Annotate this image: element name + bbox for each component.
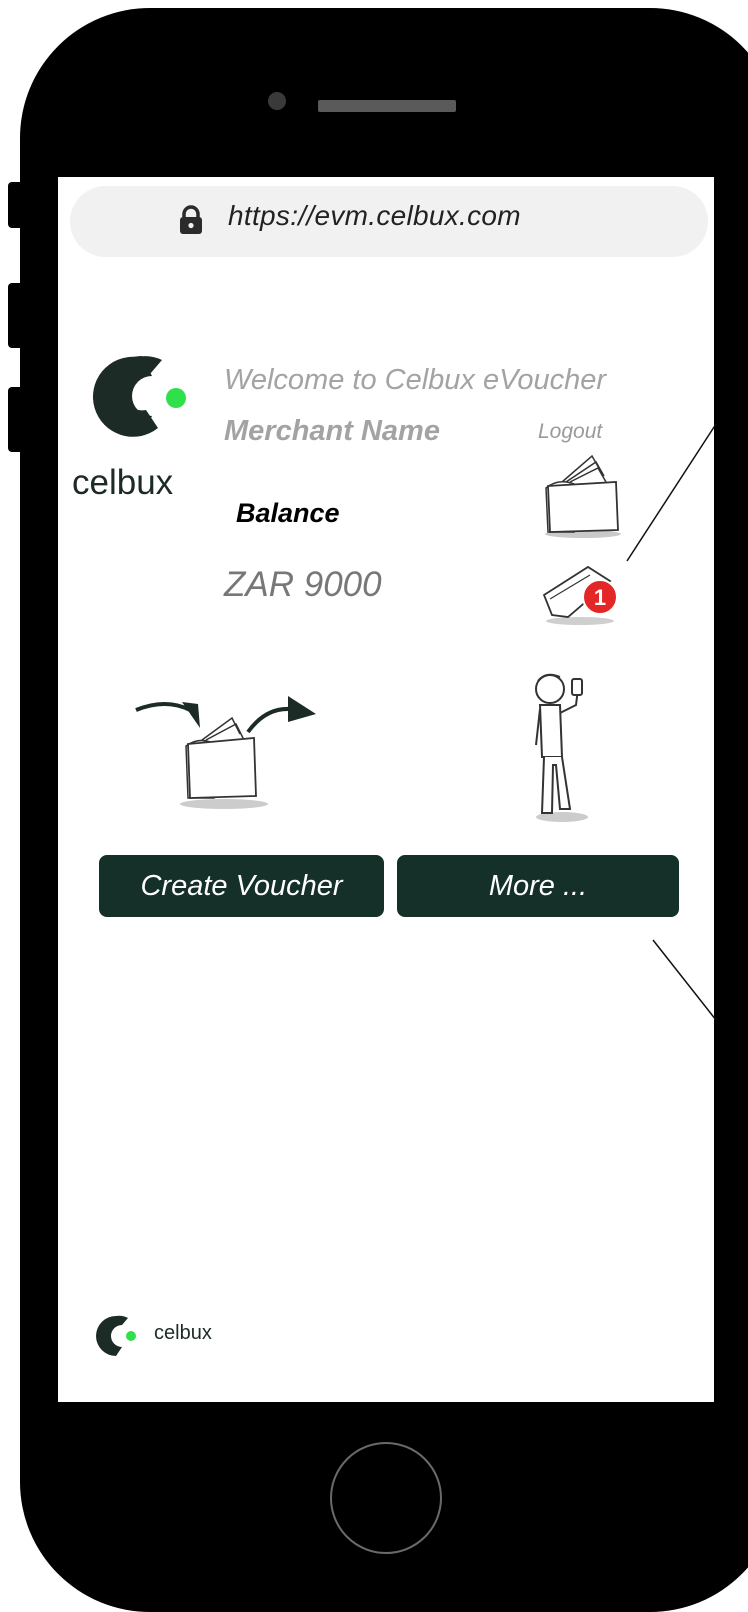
welcome-text: Welcome to Celbux eVoucher (224, 364, 607, 396)
balance-label: Balance (236, 498, 340, 528)
person-phone-icon (535, 673, 588, 822)
merchant-name: Merchant Name (224, 415, 440, 447)
front-camera (268, 92, 286, 110)
earpiece-speaker (318, 100, 456, 112)
logo-wordmark: celbux (72, 463, 174, 502)
voucher-notification-icon[interactable]: 1 (538, 555, 628, 627)
phone-volume-up (8, 283, 24, 348)
lock-icon (180, 205, 202, 234)
phone-mute-switch (8, 182, 24, 228)
balance-value: ZAR 9000 (224, 565, 382, 604)
create-voucher-illustration (135, 696, 316, 809)
wallet-icon[interactable] (540, 452, 626, 542)
url-text[interactable]: https://evm.celbux.com (228, 200, 521, 232)
footer-brand-text: celbux (154, 1322, 212, 1344)
notification-badge-count: 1 (594, 585, 606, 610)
logout-link[interactable]: Logout (538, 420, 602, 444)
celbux-logo: celbux (72, 356, 186, 502)
home-button[interactable] (330, 1442, 442, 1554)
create-voucher-button[interactable]: Create Voucher (99, 855, 384, 917)
phone-volume-down (8, 387, 24, 452)
more-button[interactable]: More ... (397, 855, 679, 917)
